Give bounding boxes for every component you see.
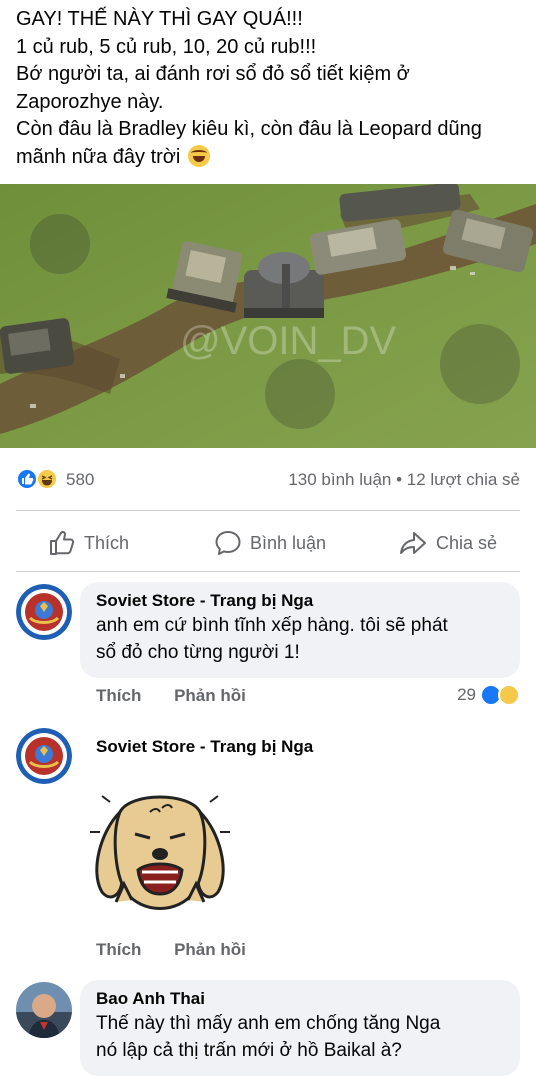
comment-button[interactable]: Bình luận <box>214 528 326 558</box>
post-line: GAY! THẾ NÀY THÌ GAY QUÁ!!! <box>16 8 303 30</box>
like-button[interactable]: Thích <box>48 528 129 558</box>
rolling-laughing-emoji-icon <box>187 144 210 167</box>
share-button-label: Chia sẻ <box>436 532 498 553</box>
post-actions: Thích Bình luận Chia sẻ <box>0 522 536 562</box>
like-reaction-icon[interactable] <box>16 468 38 490</box>
comment-item: Soviet Store - Trang bị Nga Thích Phản h… <box>0 724 536 964</box>
comment-item: Soviet Store - Trang bị Nga anh em cứ bì… <box>0 580 536 710</box>
thumbs-up-icon <box>50 530 75 555</box>
user-photo-avatar-icon <box>16 982 72 1038</box>
comment-actions: Thích Phản hồi <box>96 940 274 960</box>
share-arrow-icon <box>400 532 426 554</box>
comment-text-line: Thế này thì mấy anh em chống tăng Nga <box>96 1013 441 1034</box>
comment-text-line: nó lập cả thị trấn mới ở hồ Baikal à? <box>96 1040 402 1061</box>
post-line: mãnh nữa đây trời <box>16 145 181 168</box>
avatar[interactable] <box>16 728 72 784</box>
post-text: GAY! THẾ NÀY THÌ GAY QUÁ!!! 1 củ rub, 5 … <box>16 6 528 171</box>
comment-text-line: sổ đỏ cho từng người 1! <box>96 642 300 663</box>
soviet-emblem-avatar-icon <box>16 584 72 640</box>
soviet-emblem-avatar-icon <box>16 728 72 784</box>
comment-author[interactable]: Soviet Store - Trang bị Nga <box>96 590 506 612</box>
avatar[interactable] <box>16 584 72 640</box>
post-line: Bớ người ta, ai đánh rơi sổ đỏ sổ tiết k… <box>16 63 410 85</box>
comment-text: Thế này thì mấy anh em chống tăng Nga nó… <box>96 1010 506 1064</box>
post-stats: 580 130 bình luận • 12 lượt chia sẻ <box>0 462 536 498</box>
comment-bubble: Soviet Store - Trang bị Nga anh em cứ bì… <box>80 582 520 678</box>
comment-actions: Thích Phản hồi <box>96 686 274 706</box>
vehicle-left <box>0 318 75 374</box>
divider <box>16 571 520 572</box>
post-line-last: mãnh nữa đây trời <box>16 144 528 172</box>
comment-text: anh em cứ bình tĩnh xếp hàng. tôi sẽ phá… <box>96 612 506 666</box>
avatar[interactable] <box>16 982 72 1038</box>
post-line: Còn đâu là Bradley kiêu kì, còn đâu là L… <box>16 118 482 140</box>
crying-dog-sticker[interactable] <box>80 772 240 932</box>
post-photo[interactable]: @VOIN_DV <box>0 184 536 448</box>
haha-reaction-icon <box>498 684 520 706</box>
comment-like-button[interactable]: Thích <box>96 940 141 959</box>
share-button[interactable]: Chia sẻ <box>398 528 497 558</box>
comment-reply-button[interactable]: Phản hồi <box>174 940 246 959</box>
battlefield-photo: @VOIN_DV <box>0 184 536 448</box>
image-watermark: @VOIN_DV <box>180 319 397 363</box>
comment-reaction-count: 29 <box>457 685 476 704</box>
comment-reactions[interactable]: 29 <box>457 684 520 706</box>
haha-reaction-icon[interactable] <box>36 468 58 490</box>
comments-shares-count[interactable]: 130 bình luận • 12 lượt chia sẻ <box>288 470 520 490</box>
divider <box>16 510 520 511</box>
comment-item: Bao Anh Thai Thế này thì mấy anh em chốn… <box>0 978 536 1079</box>
comment-reply-button[interactable]: Phản hồi <box>174 686 246 705</box>
comment-icon <box>215 531 241 555</box>
comment-like-button[interactable]: Thích <box>96 686 141 705</box>
like-button-label: Thích <box>84 532 130 553</box>
comment-bubble: Bao Anh Thai Thế này thì mấy anh em chốn… <box>80 980 520 1076</box>
comment-author[interactable]: Bao Anh Thai <box>96 988 506 1010</box>
comment-author[interactable]: Soviet Store - Trang bị Nga <box>96 736 313 758</box>
crying-dog-sticker-icon <box>90 795 230 910</box>
comment-text-line: anh em cứ bình tĩnh xếp hàng. tôi sẽ phá… <box>96 615 448 636</box>
reaction-count[interactable]: 580 <box>66 470 94 490</box>
post-line: 1 củ rub, 5 củ rub, 10, 20 củ rub!!! <box>16 35 317 58</box>
comment-button-label: Bình luận <box>250 532 327 553</box>
post-line: Zaporozhye này. <box>16 90 164 113</box>
